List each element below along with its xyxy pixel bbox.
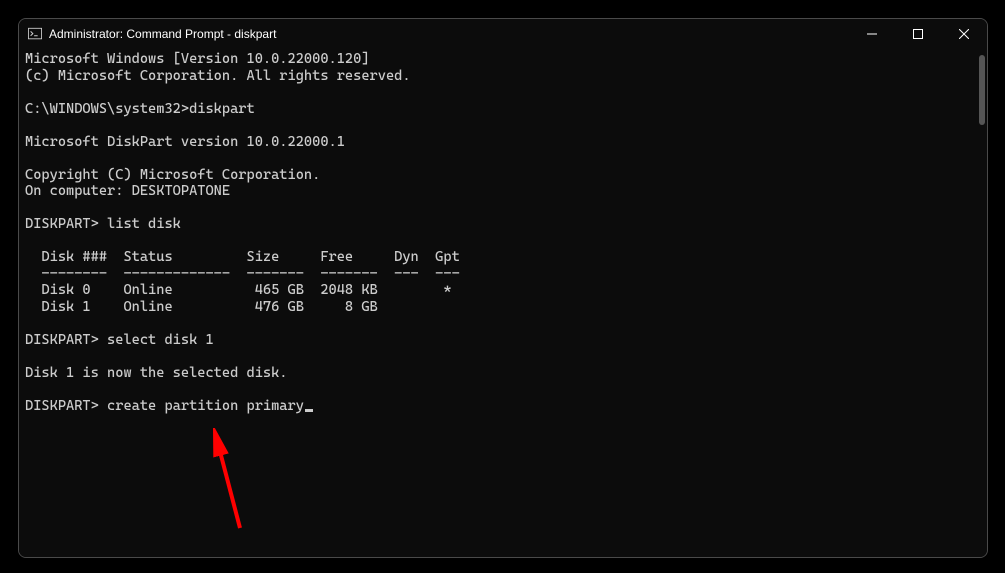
terminal-line: DISKPART> create partition primary — [25, 398, 304, 414]
close-button[interactable] — [941, 19, 987, 49]
terminal-line: DISKPART> list disk — [25, 216, 181, 232]
terminal-line: Microsoft DiskPart version 10.0.22000.1 — [25, 134, 345, 150]
terminal-line: -------- ------------- ------- ------- -… — [25, 266, 460, 282]
terminal-line: Disk 1 is now the selected disk. — [25, 365, 288, 381]
terminal-line: On computer: DESKTOPATONE — [25, 183, 230, 199]
terminal-line: Microsoft Windows [Version 10.0.22000.12… — [25, 51, 370, 67]
terminal-line: DISKPART> select disk 1 — [25, 332, 214, 348]
terminal-line: Disk ### Status Size Free Dyn Gpt — [25, 249, 460, 265]
cmd-icon — [27, 26, 43, 42]
text-cursor — [305, 409, 313, 412]
terminal-line: Disk 1 Online 476 GB 8 GB — [25, 299, 378, 315]
terminal-line: Copyright (C) Microsoft Corporation. — [25, 167, 320, 183]
terminal-output[interactable]: Microsoft Windows [Version 10.0.22000.12… — [19, 49, 987, 557]
terminal-line: C:\WINDOWS\system32>diskpart — [25, 101, 255, 117]
minimize-button[interactable] — [849, 19, 895, 49]
maximize-button[interactable] — [895, 19, 941, 49]
terminal-line: Disk 0 Online 465 GB 2048 KB * — [25, 282, 452, 298]
scrollbar-thumb[interactable] — [979, 55, 985, 125]
window-controls — [849, 19, 987, 49]
terminal-line: (c) Microsoft Corporation. All rights re… — [25, 68, 411, 84]
command-prompt-window: Administrator: Command Prompt - diskpart… — [18, 18, 988, 558]
titlebar[interactable]: Administrator: Command Prompt - diskpart — [19, 19, 987, 49]
window-title: Administrator: Command Prompt - diskpart — [49, 27, 276, 41]
